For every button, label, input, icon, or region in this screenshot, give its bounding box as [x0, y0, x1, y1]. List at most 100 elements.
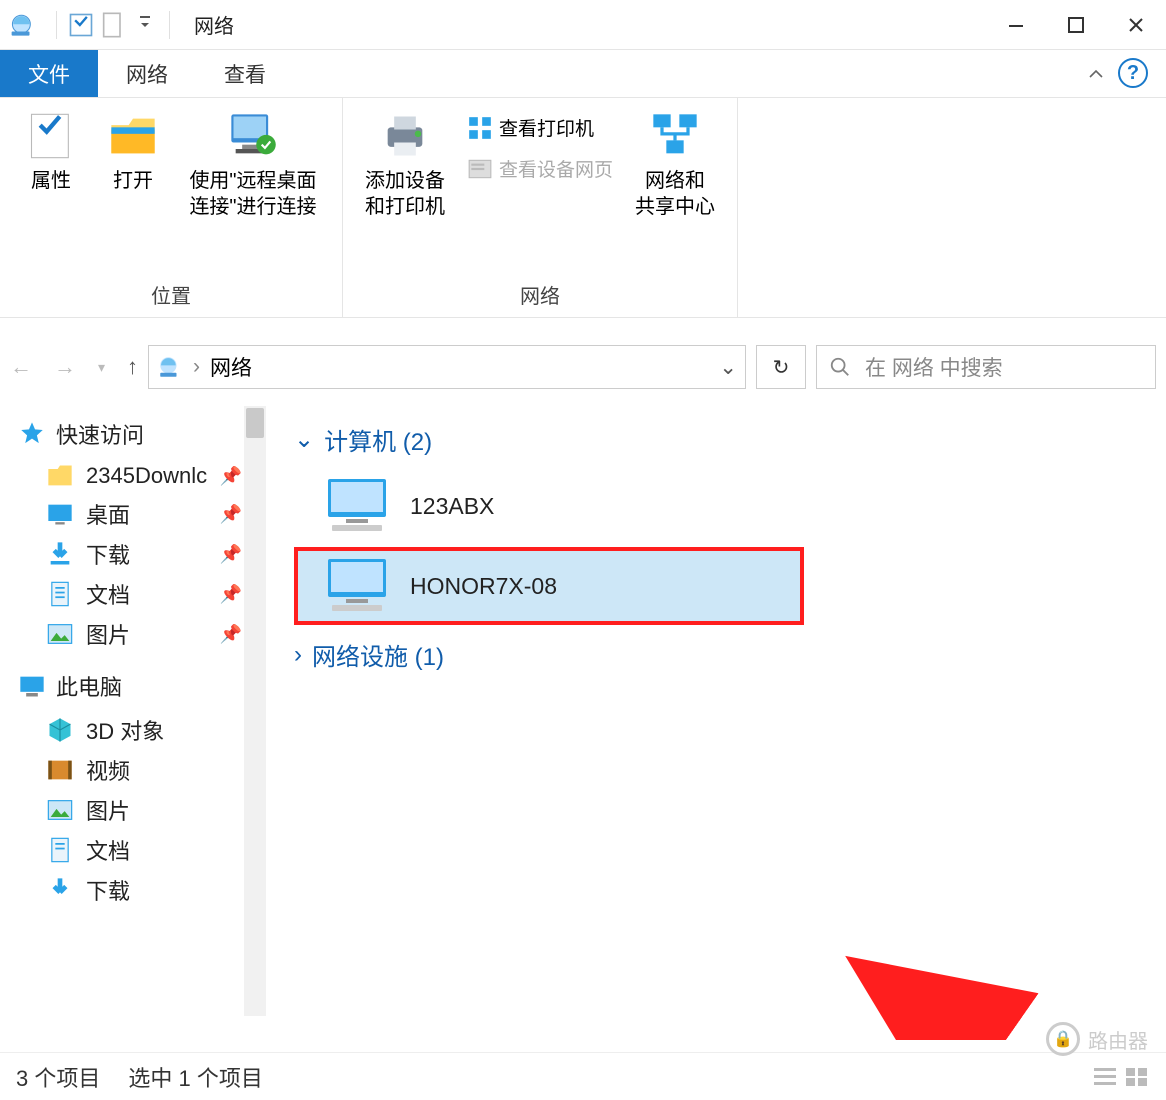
recent-dropdown[interactable]: ▾: [98, 359, 105, 376]
quick-access-toolbar: [46, 11, 176, 39]
nav-item-downloads[interactable]: 下载📌: [18, 534, 260, 574]
star-icon: [18, 420, 46, 448]
explorer-body: 快速访问 2345Downlc📌 桌面📌 下载📌 文档📌 图片📌 此电脑 3D …: [0, 396, 1166, 1040]
address-arrow-icon: ›: [193, 355, 200, 379]
separator-icon: [56, 11, 57, 39]
back-button[interactable]: ←: [10, 354, 32, 380]
device-page-label: 查看设备网页: [499, 155, 613, 182]
tab-view[interactable]: 查看: [196, 50, 294, 97]
up-button[interactable]: ↑: [127, 354, 138, 380]
properties-icon: [25, 110, 77, 162]
nav-item-label: 图片: [86, 618, 130, 650]
pin-icon: 📌: [220, 466, 242, 487]
computer-item-123abx[interactable]: 123ABX: [294, 467, 804, 545]
qat-blank-icon[interactable]: [99, 11, 127, 39]
nav-arrows: ← → ▾ ↑: [10, 354, 138, 380]
ribbon: 属性 打开 使用"远程桌面 连接"进行连接 位置 添加设备 和打印机 查看打印机: [0, 98, 1166, 318]
address-text: 网络: [210, 352, 252, 382]
window-controls: [986, 0, 1166, 50]
properties-button[interactable]: 属性: [14, 108, 88, 274]
this-pc-header[interactable]: 此电脑: [18, 670, 260, 702]
printer-icon: [379, 110, 431, 162]
nav-item-label: 文档: [86, 578, 130, 610]
collapse-ribbon-button[interactable]: [1074, 50, 1118, 97]
nav-item-documents[interactable]: 文档📌: [18, 574, 260, 614]
content-pane: ⌄ 计算机 (2) 123ABX HONOR7X-08 › 网络设施 (1): [270, 396, 1166, 1040]
network-sharing-label: 网络和 共享中心: [635, 168, 715, 220]
details-view-button[interactable]: [1092, 1066, 1118, 1088]
computer-name: HONOR7X-08: [410, 573, 557, 600]
pin-icon: 📌: [220, 544, 242, 565]
watermark: 🔒 路由器: [1046, 1022, 1148, 1056]
group-network-label: 网络: [520, 274, 560, 317]
close-button[interactable]: [1106, 0, 1166, 50]
search-box[interactable]: 在 网络 中搜索: [816, 345, 1156, 389]
this-pc-label: 此电脑: [56, 670, 122, 702]
tab-network[interactable]: 网络: [98, 50, 196, 97]
titlebar: 网络: [0, 0, 1166, 50]
chevron-right-icon: ›: [294, 641, 302, 669]
lock-icon: 🔒: [1046, 1022, 1080, 1056]
window-title: 网络: [194, 10, 234, 39]
tab-file[interactable]: 文件: [0, 50, 98, 97]
icons-view-button[interactable]: [1124, 1066, 1150, 1088]
refresh-button[interactable]: ↻: [756, 345, 806, 389]
downloads-icon: [46, 876, 74, 904]
computer-icon: [322, 557, 392, 615]
ribbon-tabs: 文件 网络 查看 ?: [0, 50, 1166, 98]
nav-item-videos[interactable]: 视频: [18, 750, 260, 790]
nav-item-pictures[interactable]: 图片 📌: [18, 614, 260, 654]
view-printers-label: 查看打印机: [499, 114, 594, 141]
qat-dropdown-icon[interactable]: [131, 11, 159, 39]
network-sharing-button[interactable]: 网络和 共享中心: [627, 108, 723, 274]
nav-item-label: 图片: [86, 794, 130, 826]
address-bar[interactable]: › 网络 ⌄: [148, 345, 746, 389]
computer-icon: [322, 477, 392, 535]
nav-item-label: 桌面: [86, 498, 130, 530]
ribbon-group-network: 添加设备 和打印机 查看打印机 查看设备网页 网络和 共享中心 网络: [343, 98, 738, 317]
nav-item-2345downlc[interactable]: 2345Downlc 📌: [18, 458, 260, 494]
pin-icon: 📌: [220, 504, 242, 525]
quick-access-header[interactable]: 快速访问: [18, 418, 260, 450]
minimize-button[interactable]: [986, 0, 1046, 50]
nav-item-pictures2[interactable]: 图片: [18, 790, 260, 830]
quick-access-label: 快速访问: [56, 418, 144, 450]
separator-icon: [169, 11, 170, 39]
folder-icon: [46, 462, 74, 490]
category-network-infra[interactable]: › 网络设施 (1): [294, 637, 1156, 672]
downloads-icon: [46, 540, 74, 568]
nav-item-label: 下载: [86, 874, 130, 906]
nav-item-documents2[interactable]: 文档: [18, 830, 260, 870]
category-computers[interactable]: ⌄ 计算机 (2): [294, 422, 1156, 457]
nav-item-3d-objects[interactable]: 3D 对象: [18, 710, 260, 750]
videos-icon: [46, 756, 74, 784]
network-window-icon: [10, 12, 36, 38]
chevron-down-icon[interactable]: ⌄: [719, 355, 737, 380]
help-button[interactable]: ?: [1118, 58, 1148, 88]
network-sharing-icon: [649, 110, 701, 162]
pictures-icon: [46, 620, 74, 648]
nav-item-desktop[interactable]: 桌面 📌: [18, 494, 260, 534]
desktop-icon: [46, 500, 74, 528]
group-location-label: 位置: [151, 274, 191, 317]
forward-button[interactable]: →: [54, 354, 76, 380]
remote-desktop-button[interactable]: 使用"远程桌面 连接"进行连接: [178, 108, 328, 274]
nav-item-downloads2[interactable]: 下载: [18, 870, 260, 910]
open-button[interactable]: 打开: [96, 108, 170, 274]
search-icon: [829, 356, 851, 378]
maximize-button[interactable]: [1046, 0, 1106, 50]
view-printers-button[interactable]: 查看打印机: [461, 110, 619, 145]
status-selected-count: 选中 1 个项目: [128, 1061, 262, 1093]
documents-icon: [46, 836, 74, 864]
add-device-button[interactable]: 添加设备 和打印机: [357, 108, 453, 274]
nav-item-label: 文档: [86, 834, 130, 866]
nav-row: ← → ▾ ↑ › 网络 ⌄ ↻ 在 网络 中搜索: [0, 338, 1166, 396]
documents-icon: [46, 580, 74, 608]
nav-item-label: 2345Downlc: [86, 463, 207, 489]
properties-label: 属性: [31, 168, 71, 194]
watermark-text: 路由器: [1088, 1025, 1148, 1054]
view-device-page-button: 查看设备网页: [461, 151, 619, 186]
qat-properties-icon[interactable]: [67, 11, 95, 39]
pin-icon: 📌: [220, 624, 242, 645]
computer-item-honor7x08[interactable]: HONOR7X-08: [294, 547, 804, 625]
